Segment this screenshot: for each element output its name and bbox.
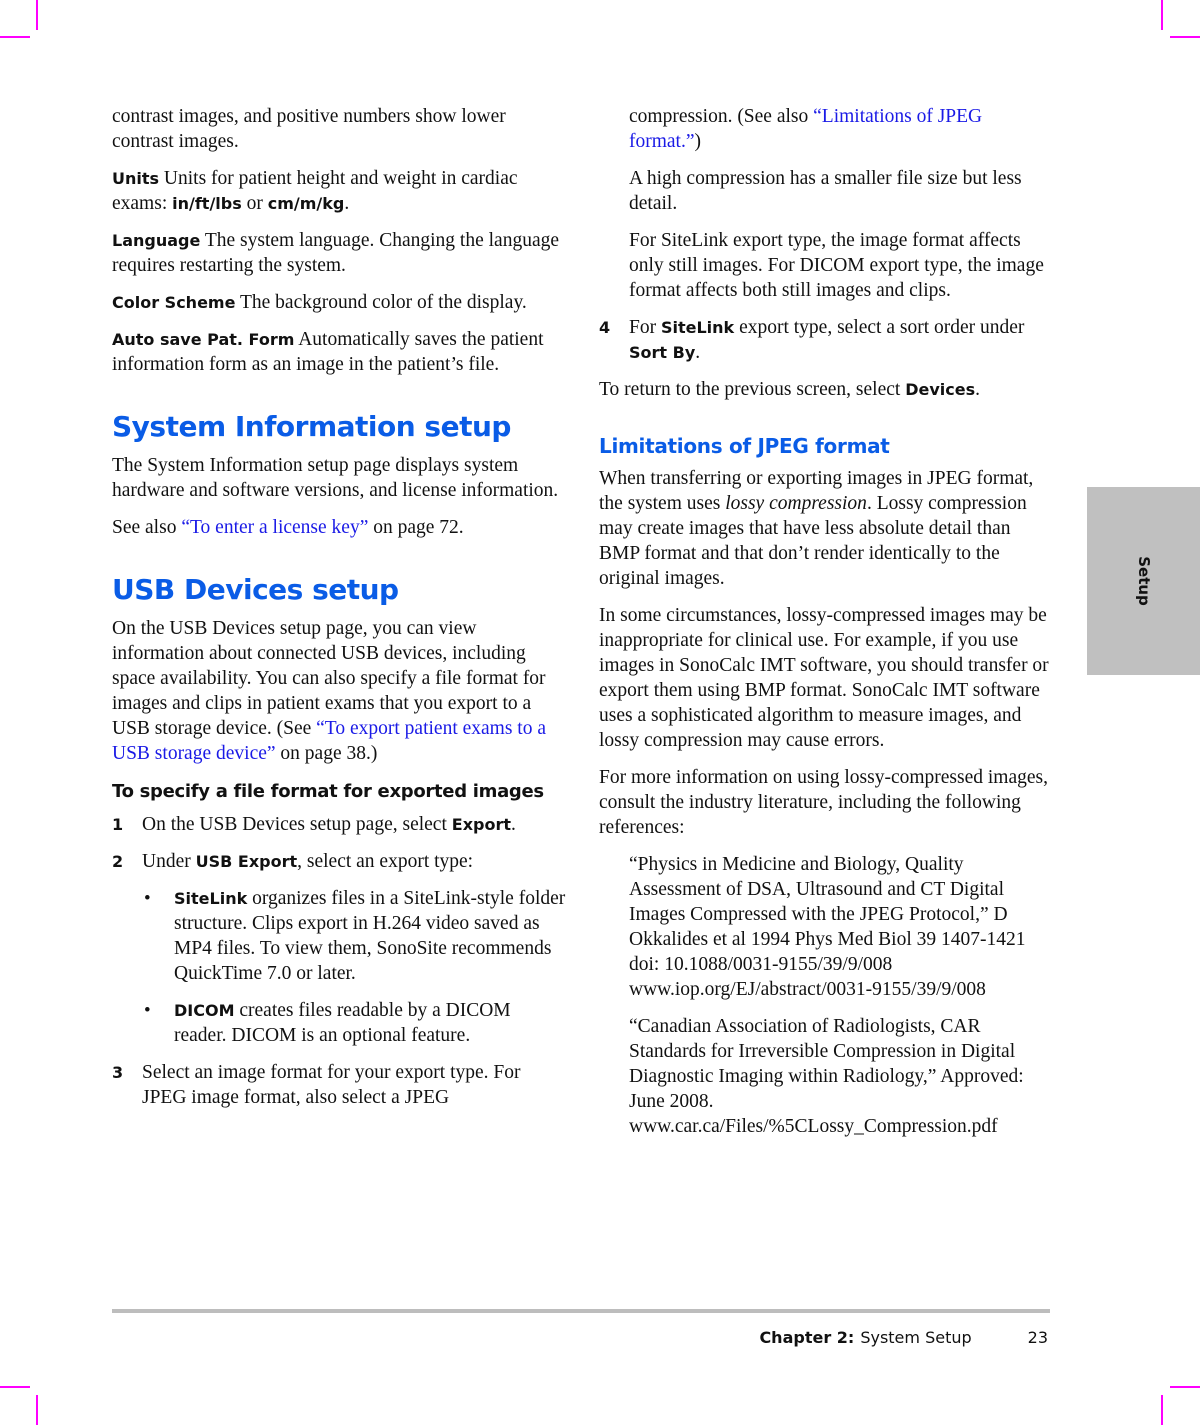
procedure-step: 3 Select an image format for your export… [112,1062,521,1108]
step3-continuation: compression. (See also “Limitations of J… [629,106,983,152]
license-key-link[interactable]: “To enter a license key” [181,517,368,538]
setting-color-scheme: Color Scheme The background color of the… [112,292,527,313]
reference-url: www.iop.org/EJ/abstract/0031-9155/39/9/0… [629,979,986,1000]
ui-label-sitelink: SiteLink [660,318,735,337]
setting-term: Units [112,169,160,188]
bullet-item: • DICOM creates files readable by a DICO… [144,1000,511,1046]
system-info-body: The System Information setup page displa… [112,455,559,501]
compression-note: A high compression has a smaller file si… [629,168,1022,214]
crop-mark-top-left-h [0,36,30,38]
heading-system-information: System Information setup [112,410,511,443]
reference-item: “Canadian Association of Radiologists, C… [629,1014,1054,1139]
jpeg-paragraph-3: For more information on using lossy-comp… [599,767,1048,838]
bullet-icon: • [144,1000,151,1021]
intro-paragraph: contrast images, and positive numbers sh… [112,106,506,152]
setting-language: Language The system language. Changing t… [112,230,560,276]
procedure-step: 2 Under USB Export, select an export typ… [112,851,474,872]
crop-mark-bottom-right-v [1161,1395,1163,1425]
bullet-item: • SiteLink organizes files in a SiteLink… [144,888,566,984]
setting-term: Color Scheme [112,293,236,312]
reference-item: “Physics in Medicine and Biology, Qualit… [629,852,1054,1002]
jpeg-paragraph-1: When transferring or exporting images in… [599,468,1034,589]
section-side-tab: Setup [1087,487,1200,675]
emphasis-lossy-compression: lossy compression [725,493,867,514]
heading-jpeg-limitations: Limitations of JPEG format [599,434,890,458]
step-number: 2 [112,852,124,871]
crop-mark-bottom-left-v [36,1395,38,1425]
setting-term: Auto save Pat. Form [112,330,295,349]
procedure-heading: To specify a file format for exported im… [112,781,544,802]
right-column: compression. (See also “Limitations of J… [599,104,1054,1151]
crop-mark-top-right-v [1161,0,1163,30]
ui-label-sort-by: Sort By [629,343,696,362]
step-number: 3 [112,1063,124,1082]
usb-body: On the USB Devices setup page, you can v… [112,618,547,764]
reference-url: www.car.ca/Files/%5CLossy_Compression.pd… [629,1116,998,1137]
export-type-sitelink: SiteLink [174,889,248,908]
setting-units: Units Units for patient height and weigh… [112,168,518,214]
procedure-step: 4 For SiteLink export type, select a sor… [599,317,1025,363]
ui-label-devices: Devices [905,380,976,399]
units-option-metric: cm/m/kg [267,194,345,213]
step-number: 1 [112,815,124,834]
crop-mark-bottom-left-h [0,1386,30,1388]
footer-chapter-title: System Setup [860,1328,972,1347]
crop-mark-bottom-right-h [1170,1386,1200,1388]
footer-chapter-label: Chapter 2: [759,1328,855,1347]
left-column: contrast images, and positive numbers sh… [112,104,567,1122]
jpeg-paragraph-2: In some circumstances, lossy-compressed … [599,605,1049,751]
side-tab-label: Setup [1134,556,1153,606]
setting-term: Language [112,231,201,250]
crop-mark-top-left-v [36,0,38,30]
units-option-imperial: in/ft/lbs [172,194,242,213]
reference-text: “Physics in Medicine and Biology, Qualit… [629,854,1026,975]
image-format-note: For SiteLink export type, the image form… [629,230,1044,301]
ui-label-usb-export: USB Export [195,852,298,871]
reference-text: “Canadian Association of Radiologists, C… [629,1016,1024,1112]
bullet-icon: • [144,888,151,909]
step-number: 4 [599,318,611,337]
heading-usb-devices: USB Devices setup [112,573,399,606]
page-footer: Chapter 2: System Setup 23 [759,1328,1048,1347]
crop-mark-top-right-h [1170,36,1200,38]
return-instruction: To return to the previous screen, select… [599,379,980,400]
export-type-dicom: DICOM [174,1001,235,1020]
setting-auto-save: Auto save Pat. Form Automatically saves … [112,329,544,375]
procedure-step: 1 On the USB Devices setup page, select … [112,814,516,835]
footer-divider [112,1309,1050,1313]
ui-label-export: Export [451,815,511,834]
page-number: 23 [1027,1328,1048,1347]
system-info-see-also: See also “To enter a license key” on pag… [112,517,464,538]
